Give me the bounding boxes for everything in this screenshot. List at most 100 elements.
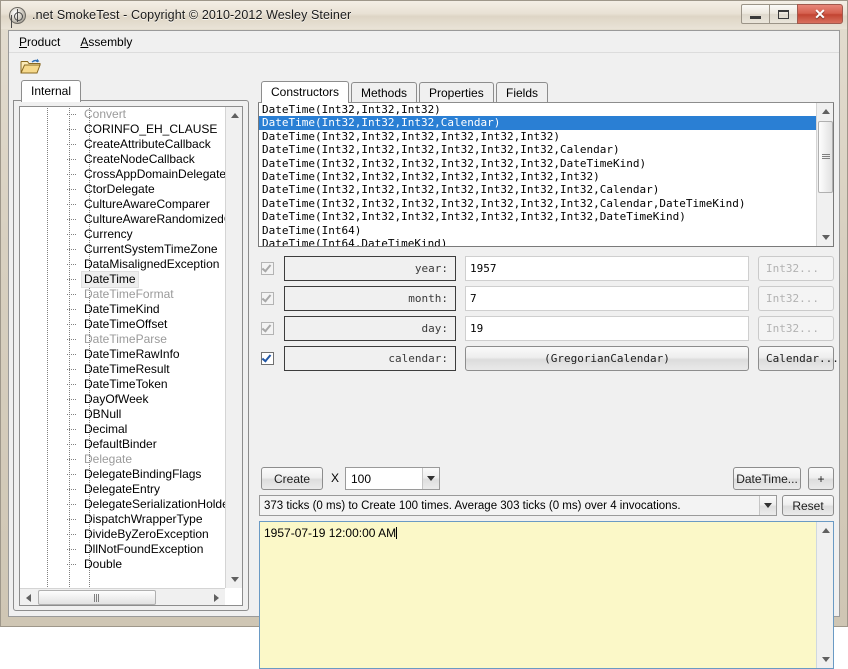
reset-button[interactable]: Reset (782, 495, 834, 516)
constructor-row[interactable]: DateTime(Int32,Int32,Int32,Int32,Int32,I… (259, 170, 816, 183)
constructor-row[interactable]: DateTime(Int32,Int32,Int32,Calendar) (259, 116, 816, 130)
constructor-row[interactable]: DateTime(Int64,DateTimeKind) (259, 237, 816, 246)
constructors-scroll-down-button[interactable] (817, 229, 833, 246)
datetime-button[interactable]: DateTime... (733, 467, 801, 490)
constructors-scroll-up-button[interactable] (817, 103, 833, 120)
minimize-button[interactable] (741, 4, 770, 24)
tree-node[interactable]: DateTimeOffset (20, 317, 225, 332)
open-folder-icon[interactable] (20, 58, 42, 76)
constructor-row[interactable]: DateTime(Int32,Int32,Int32,Int32,Int32,I… (259, 130, 816, 143)
tree-node-label: Decimal (84, 422, 128, 436)
tree-scroll-left-button[interactable] (20, 589, 37, 605)
tree-node[interactable]: DateTimeRawInfo (20, 347, 225, 362)
tree-scroll-up-button[interactable] (226, 107, 242, 124)
output-scroll-down-button[interactable] (817, 651, 833, 668)
tree-node-label: DefaultBinder (84, 437, 157, 451)
tree-node[interactable]: Double (20, 557, 225, 572)
tree-node[interactable]: DateTimeParse (20, 332, 225, 347)
parameter-checkbox[interactable] (261, 351, 274, 365)
tree-node-connector (67, 204, 77, 205)
check-icon (261, 321, 272, 333)
parameter-type-button[interactable]: Calendar... (758, 345, 839, 371)
tree-node-label: DateTimeFormat (84, 287, 174, 301)
tree-node[interactable]: Decimal (20, 422, 225, 437)
parameter-value-input[interactable]: 7 (465, 285, 749, 311)
repeat-count-combobox[interactable]: 100 (345, 467, 440, 490)
chevron-down-icon[interactable] (422, 468, 439, 489)
tree-node-connector (67, 234, 77, 235)
tree-node[interactable]: CultureAwareComparer (20, 197, 225, 212)
window-title: .net SmokeTest - Copyright © 2010-2012 W… (32, 8, 352, 22)
tree-node[interactable]: DataMisalignedException (20, 257, 225, 272)
tree-node[interactable]: CultureAwareRandomizedCor (20, 212, 225, 227)
constructor-row[interactable]: DateTime(Int32,Int32,Int32,Int32,Int32,I… (259, 183, 816, 196)
tree-node[interactable]: DelegateEntry (20, 482, 225, 497)
menu-item-assembly[interactable]: Assembly (70, 33, 142, 51)
tree-node[interactable]: DefaultBinder (20, 437, 225, 452)
tree-node-connector (67, 564, 77, 565)
tree-node-connector (67, 249, 77, 250)
tree-node[interactable]: CurrentSystemTimeZone (20, 242, 225, 257)
constructor-row[interactable]: DateTime(Int32,Int32,Int32,Int32,Int32,I… (259, 197, 816, 210)
tree-node[interactable]: DateTime (20, 271, 225, 288)
create-button[interactable]: Create (261, 467, 323, 490)
tree-scroll-right-button[interactable] (208, 589, 225, 605)
add-button[interactable]: + (808, 467, 834, 490)
parameter-value-button[interactable]: (GregorianCalendar) (465, 345, 749, 371)
tree-node-label: DateTimeKind (84, 302, 160, 316)
tree-node[interactable]: CreateAttributeCallback (20, 137, 225, 152)
tree-node[interactable]: DBNull (20, 407, 225, 422)
tree-node[interactable]: CORINFO_EH_CLAUSE (20, 122, 225, 137)
close-button[interactable]: ✕ (797, 4, 843, 24)
tree-node[interactable]: DateTimeFormat (20, 287, 225, 302)
tree-node[interactable]: DelegateSerializationHolder (20, 497, 225, 512)
tree-node[interactable]: DivideByZeroException (20, 527, 225, 542)
output-textarea[interactable]: 1957-07-19 12:00:00 AM (259, 521, 834, 669)
tree-node[interactable]: DateTimeToken (20, 377, 225, 392)
tree-node[interactable]: DateTimeKind (20, 302, 225, 317)
tree-node[interactable]: Currency (20, 227, 225, 242)
tree-node[interactable]: CreateNodeCallback (20, 152, 225, 167)
maximize-button[interactable] (769, 4, 798, 24)
tab-constructors[interactable]: Constructors (261, 81, 350, 103)
tree-node-label: DateTimeOffset (84, 317, 168, 331)
status-chevron-down-icon[interactable] (759, 496, 776, 515)
tree-node-connector (67, 294, 77, 295)
status-combobox[interactable]: 373 ticks (0 ms) to Create 100 times. Av… (259, 495, 777, 516)
tree-node[interactable]: DayOfWeek (20, 392, 225, 407)
tree-node[interactable]: CrossAppDomainDelegate (20, 167, 225, 182)
tree-scroll-down-button[interactable] (226, 571, 242, 588)
constructors-listbox[interactable]: DateTime(Int32,Int32,Int32) DateTime(Int3… (258, 102, 834, 247)
output-scroll-up-button[interactable] (817, 522, 833, 539)
constructor-row[interactable]: DateTime(Int64) (259, 224, 816, 237)
tree-node[interactable]: DllNotFoundException (20, 542, 225, 557)
tree-node-connector (67, 504, 77, 505)
tree-node[interactable]: DelegateBindingFlags (20, 467, 225, 482)
parameter-value-input[interactable]: 19 (465, 315, 749, 341)
tree-horizontal-scroll-thumb[interactable] (38, 590, 156, 605)
parameter-value-input[interactable]: 1957 (465, 255, 749, 281)
parameter-row: month: 7 Int32... (255, 283, 837, 313)
tab-internal[interactable]: Internal (21, 80, 82, 102)
constructor-row[interactable]: DateTime(Int32,Int32,Int32,Int32,Int32,I… (259, 143, 816, 156)
tree-node[interactable]: Convert (20, 107, 225, 122)
constructor-row[interactable]: DateTime(Int32,Int32,Int32) (259, 103, 816, 116)
tree-vertical-scrollbar[interactable] (225, 107, 242, 588)
title-bar[interactable]: .net SmokeTest - Copyright © 2010-2012 W… (1, 1, 847, 29)
menu-item-product[interactable]: Product (9, 33, 70, 51)
tree-horizontal-scrollbar[interactable] (20, 588, 225, 605)
tree-node[interactable]: DateTimeResult (20, 362, 225, 377)
tree-node-label: CtorDelegate (84, 182, 155, 196)
close-icon: ✕ (814, 6, 826, 22)
tree-node[interactable]: CtorDelegate (20, 182, 225, 197)
constructor-row[interactable]: DateTime(Int32,Int32,Int32,Int32,Int32,I… (259, 210, 816, 223)
tree-node[interactable]: DispatchWrapperType (20, 512, 225, 527)
output-vertical-scrollbar[interactable] (816, 522, 833, 668)
type-tree[interactable]: Convert CORINFO_EH_CLAUSE CreateAttributeC… (19, 106, 243, 606)
tree-node-label: Double (84, 557, 123, 571)
constructor-row[interactable]: DateTime(Int32,Int32,Int32,Int32,Int32,I… (259, 157, 816, 170)
tree-node[interactable]: Delegate (20, 452, 225, 467)
constructors-vertical-scrollbar[interactable] (816, 103, 833, 246)
constructors-scroll-thumb[interactable] (818, 121, 833, 193)
tree-node-label: CurrentSystemTimeZone (84, 242, 218, 256)
